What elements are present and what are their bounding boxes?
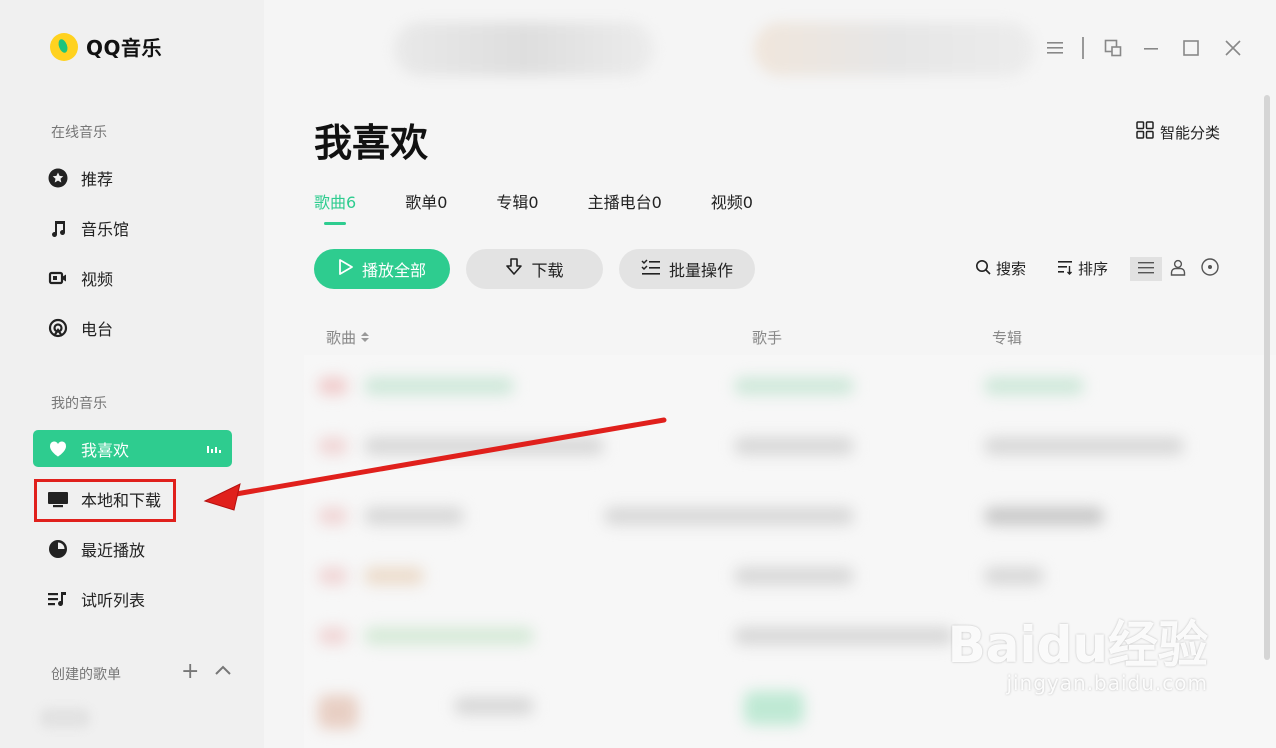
blurred-user-area (754, 22, 1034, 76)
watermark-main: Baidu经验 (947, 616, 1208, 674)
table-row[interactable] (304, 545, 1276, 605)
column-header-song[interactable]: 歌曲 (326, 327, 369, 348)
sort-icon (1057, 259, 1073, 279)
section-created-label: 创建的歌单 (51, 667, 121, 683)
checklist-icon (641, 258, 661, 280)
section-mine-label: 我的音乐 (51, 396, 107, 412)
menu-icon[interactable] (1043, 36, 1067, 60)
search-icon (975, 259, 991, 279)
sidebar-item-recent[interactable]: 最近播放 (33, 530, 232, 567)
app-logo[interactable]: QQ音乐 (50, 32, 162, 61)
tab-playlists[interactable]: 歌单0 (405, 189, 447, 213)
add-playlist-icon[interactable]: + (181, 659, 199, 684)
table-row[interactable] (304, 485, 1276, 545)
list-view-button[interactable] (1130, 257, 1162, 281)
playing-equalizer-icon (206, 441, 222, 456)
download-label: 下载 (531, 261, 564, 280)
play-icon (338, 258, 354, 280)
page-title: 我喜欢 (314, 121, 429, 165)
collapse-chevron-icon[interactable] (214, 662, 232, 681)
column-header-album: 专辑 (992, 329, 1023, 347)
clock-icon (47, 538, 69, 560)
album-view-button[interactable] (1194, 257, 1226, 281)
maximize-icon[interactable] (1179, 36, 1203, 60)
column-song-label: 歌曲 (326, 329, 357, 347)
blurred-playlist-item (40, 708, 90, 728)
baidu-watermark: Baidu经验 jingyan.baidu.com (948, 605, 1208, 695)
playlist-icon (47, 588, 69, 610)
table-row[interactable] (304, 355, 1276, 415)
scrollbar[interactable] (1264, 95, 1270, 660)
content-tabs: 歌曲6 歌单0 专辑0 主播电台0 视频0 (314, 189, 753, 225)
sidebar-item-radio[interactable]: 电台 (33, 309, 232, 346)
sidebar-item-label: 我喜欢 (81, 440, 130, 460)
annotation-highlight-box (34, 479, 176, 522)
radio-icon (47, 317, 69, 339)
minimize-icon[interactable] (1139, 36, 1163, 60)
close-icon[interactable] (1221, 36, 1245, 60)
sort-toggle-icon (360, 329, 369, 347)
sidebar-item-label: 最近播放 (81, 540, 146, 560)
sidebar: QQ音乐 在线音乐 推荐 音乐馆 视频 电台 我的音乐 我喜欢 本地和下载 最近… (0, 0, 264, 748)
sidebar-item-label: 试听列表 (81, 590, 146, 610)
download-button[interactable]: 下载 (466, 249, 603, 289)
search-button[interactable]: 搜索 (975, 258, 1026, 279)
blurred-search-bar (394, 22, 654, 76)
tab-songs[interactable]: 歌曲6 (314, 189, 356, 225)
section-online-label: 在线音乐 (51, 125, 107, 141)
sidebar-item-music-hall[interactable]: 音乐馆 (33, 209, 232, 246)
download-icon (505, 257, 523, 281)
sidebar-item-video[interactable]: 视频 (33, 259, 232, 296)
sidebar-item-recommend[interactable]: 推荐 (33, 159, 232, 196)
person-icon (1169, 258, 1187, 280)
heart-icon (47, 438, 69, 460)
app-name: QQ音乐 (86, 36, 163, 60)
sort-button[interactable]: 排序 (1057, 258, 1108, 279)
control-divider (1082, 37, 1084, 59)
smart-sort-label: 智能分类 (1159, 123, 1220, 142)
tab-videos[interactable]: 视频0 (711, 189, 753, 213)
singer-view-button[interactable] (1162, 257, 1194, 281)
grid-icon (1136, 121, 1154, 143)
sidebar-item-label: 推荐 (81, 169, 114, 189)
sidebar-item-label: 音乐馆 (81, 219, 130, 239)
sidebar-item-favorites[interactable]: 我喜欢 (33, 430, 232, 467)
tab-albums[interactable]: 专辑0 (496, 189, 538, 213)
disc-icon (1201, 258, 1219, 280)
table-row[interactable] (304, 415, 1276, 475)
search-label: 搜索 (996, 260, 1027, 278)
qq-music-logo-icon (50, 32, 78, 61)
batch-operation-button[interactable]: 批量操作 (619, 249, 755, 289)
tab-radio[interactable]: 主播电台0 (588, 189, 662, 213)
sidebar-item-trial-list[interactable]: 试听列表 (33, 580, 232, 617)
mini-mode-icon[interactable] (1101, 36, 1125, 60)
sort-label: 排序 (1078, 260, 1109, 278)
sidebar-item-label: 视频 (81, 269, 114, 289)
play-all-label: 播放全部 (361, 261, 426, 280)
play-all-button[interactable]: 播放全部 (314, 249, 450, 289)
smart-sort-button[interactable]: 智能分类 (1136, 121, 1220, 143)
sidebar-item-label: 电台 (81, 319, 114, 339)
music-note-icon (47, 217, 69, 239)
batch-label: 批量操作 (668, 261, 733, 280)
list-view-icon (1137, 260, 1155, 279)
column-header-singer: 歌手 (752, 329, 783, 347)
video-icon (47, 267, 69, 289)
star-circle-icon (47, 167, 69, 189)
